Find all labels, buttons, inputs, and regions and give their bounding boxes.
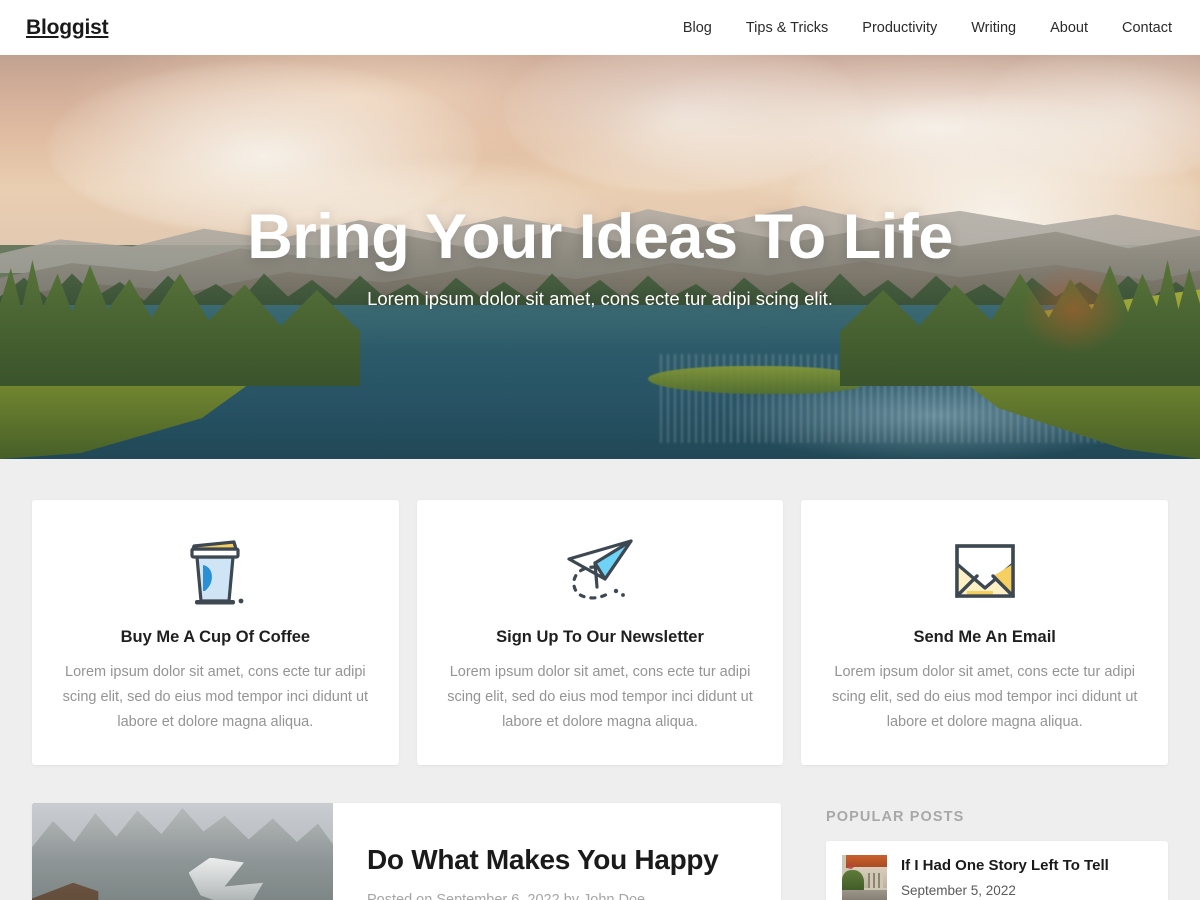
post-featured-image [32, 802, 333, 900]
feature-card-email[interactable]: Send Me An Email Lorem ipsum dolor sit a… [801, 500, 1169, 765]
hero-content: Bring Your Ideas To Life Lorem ipsum dol… [0, 55, 1200, 459]
popular-post-title[interactable]: If I Had One Story Left To Tell [901, 857, 1109, 876]
nav-item-contact[interactable]: Contact [1105, 20, 1172, 36]
main-navigation: Blog Tips & Tricks Productivity Writing … [666, 20, 1172, 36]
sidebar: Popular Posts If I Had One Story Left To… [826, 803, 1168, 900]
feature-title: Sign Up To Our Newsletter [496, 628, 704, 646]
feature-cards-row: Buy Me A Cup Of Coffee Lorem ipsum dolor… [0, 459, 1200, 765]
nav-item-writing[interactable]: Writing [954, 20, 1033, 36]
feature-text: Lorem ipsum dolor sit amet, cons ecte tu… [831, 664, 1138, 730]
nav-item-productivity[interactable]: Productivity [845, 20, 954, 36]
post-card[interactable]: Do What Makes You Happy Posted on Septem… [32, 802, 781, 900]
post-meta: Posted on September 6, 2022 by John Doe [367, 892, 747, 900]
street-flowerbox [846, 862, 854, 870]
feature-title: Send Me An Email [913, 628, 1056, 646]
nav-item-tips-tricks[interactable]: Tips & Tricks [729, 20, 845, 36]
popular-post-date: September 5, 2022 [901, 882, 1016, 898]
post-body: Do What Makes You Happy Posted on Septem… [333, 803, 781, 900]
feature-text: Lorem ipsum dolor sit amet, cons ecte tu… [447, 664, 753, 730]
feature-title: Buy Me A Cup Of Coffee [120, 628, 311, 646]
popular-post-item[interactable]: If I Had One Story Left To Tell Septembe… [826, 840, 1168, 900]
post-title[interactable]: Do What Makes You Happy [367, 843, 747, 877]
envelope-icon [827, 532, 1142, 610]
popular-post-info: If I Had One Story Left To Tell Septembe… [901, 857, 1109, 898]
paper-plane-icon [443, 532, 758, 610]
content-area: Do What Makes You Happy Posted on Septem… [0, 765, 1200, 900]
hero-subtitle: Lorem ipsum dolor sit amet, cons ecte tu… [367, 288, 833, 310]
street-windows [868, 872, 884, 889]
feature-card-newsletter[interactable]: Sign Up To Our Newsletter Lorem ipsum do… [416, 500, 784, 765]
nav-item-about[interactable]: About [1033, 20, 1105, 36]
hero-title: Bring Your Ideas To Life [247, 201, 953, 272]
post-column: Do What Makes You Happy Posted on Septem… [32, 802, 781, 900]
site-logo[interactable]: Bloggist [26, 16, 109, 40]
hero-banner: Bring Your Ideas To Life Lorem ipsum dol… [0, 55, 1200, 459]
coffee-cup-icon [58, 532, 373, 610]
site-header: Bloggist Blog Tips & Tricks Productivity… [0, 0, 1200, 55]
sidebar-heading: Popular Posts [826, 808, 965, 825]
nav-item-blog[interactable]: Blog [666, 20, 729, 36]
street-pavement [842, 889, 887, 900]
feature-card-coffee[interactable]: Buy Me A Cup Of Coffee Lorem ipsum dolor… [32, 500, 399, 765]
feature-text: Lorem ipsum dolor sit amet, cons ecte tu… [62, 664, 369, 730]
popular-post-thumbnail [842, 854, 887, 900]
